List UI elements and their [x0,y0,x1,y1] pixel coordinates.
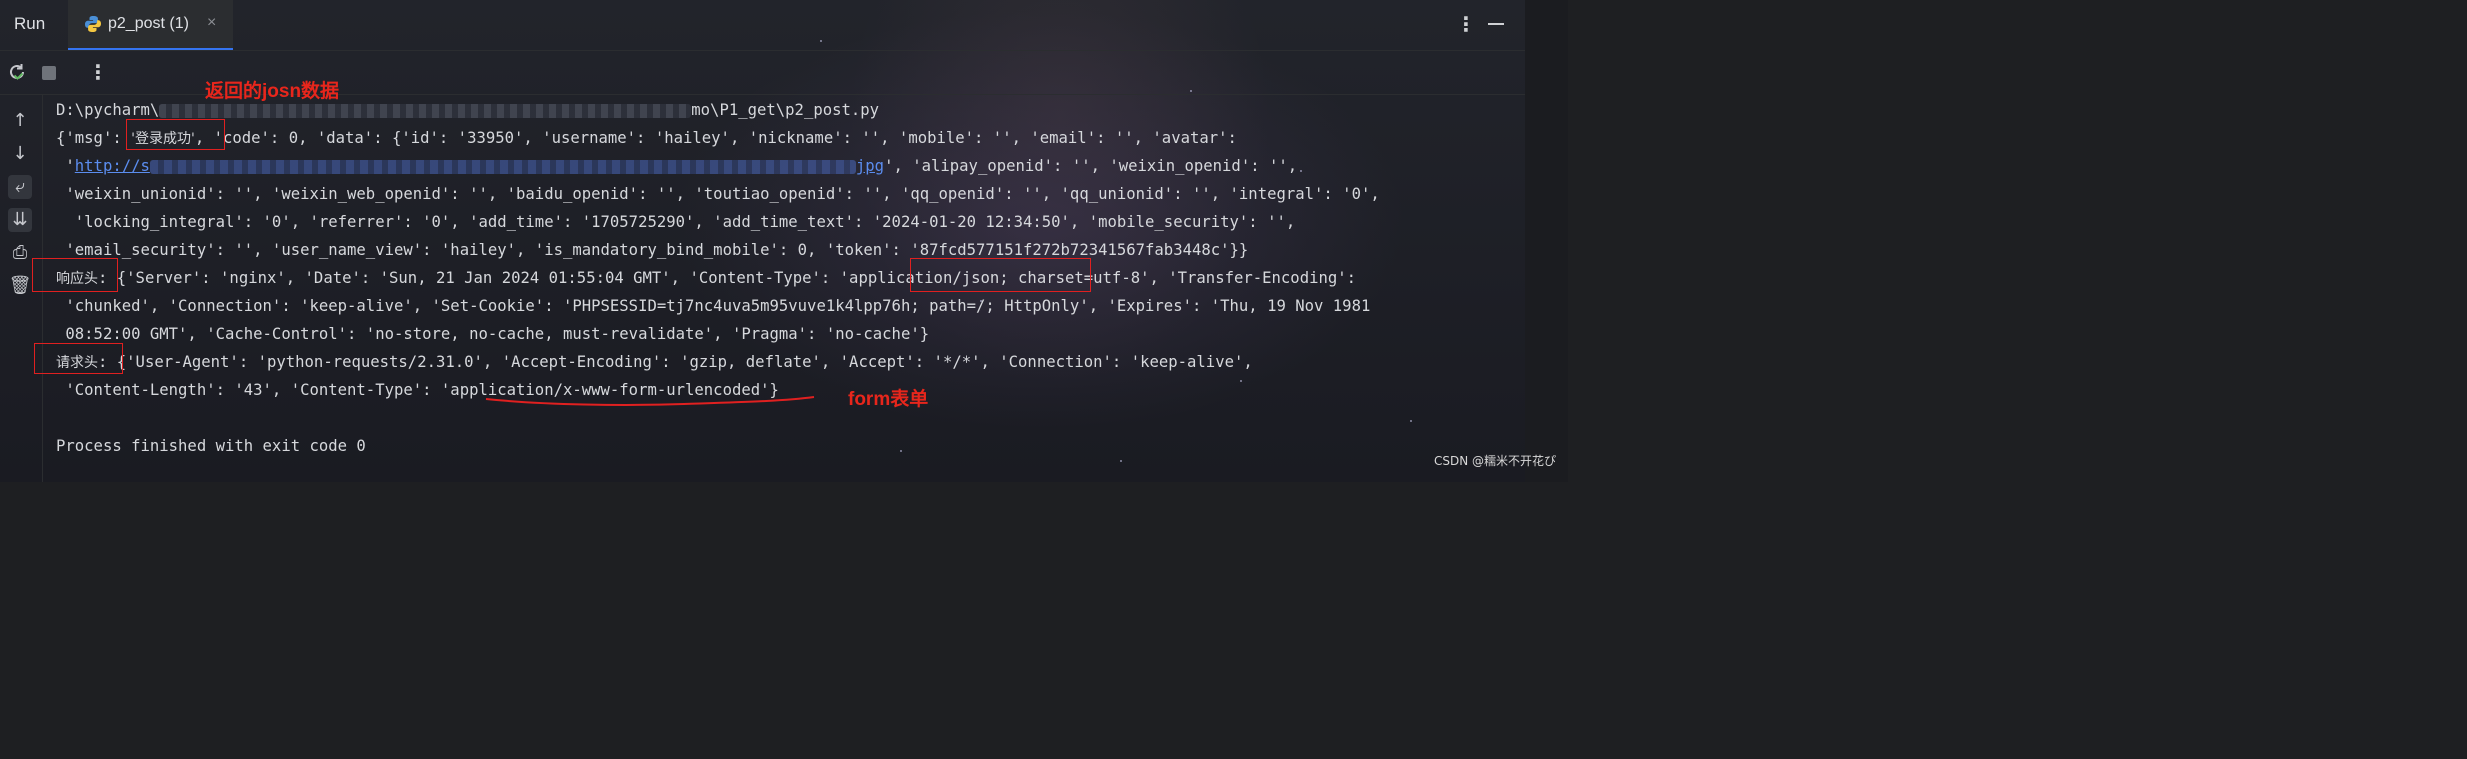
console-line: 'locking_integral': '0', 'referrer': '0'… [56,213,1296,231]
stop-icon[interactable] [42,66,56,80]
msg-highlight-box [126,119,225,150]
scroll-to-end-icon[interactable]: ⇊ [8,208,32,232]
tab-label: p2_post (1) [108,15,189,32]
soft-wrap-icon[interactable]: ⤶ [8,175,32,199]
avatar-link[interactable]: http://s [75,157,150,175]
tab-p2-post[interactable]: p2_post (1) × [68,0,233,50]
more-vertical-icon[interactable]: ⋮ [88,60,108,84]
watermark: CSDN @糯米不开花ぴ [1433,454,1556,468]
star-decoration [1240,380,1242,382]
arrow-down-icon[interactable]: ↓ [8,142,32,166]
star-decoration [1120,460,1122,462]
redacted-url [149,159,856,174]
rerun-icon[interactable] [6,61,28,83]
response-header-highlight-box [32,258,118,292]
run-panel-title: Run [14,14,46,33]
star-decoration [900,450,902,452]
redacted-path [159,103,692,118]
console-line: 08:52:00 GMT', 'Cache-Control': 'no-stor… [56,325,930,343]
star-decoration [1410,420,1412,422]
more-vertical-icon[interactable]: ⋮ [1456,12,1476,36]
console-line: 'chunked', 'Connection': 'keep-alive', '… [56,297,1371,315]
arrow-up-icon[interactable]: ↑ [8,109,32,133]
star-decoration [1300,170,1302,172]
print-icon[interactable]: ⎙ [8,241,32,265]
json-annotation-label: 返回的josn数据 [205,81,340,102]
console-line: 响应头: {'Server': 'nginx', 'Date': 'Sun, 2… [56,269,1357,287]
exit-status-line: Process finished with exit code 0 [56,437,366,455]
console-line: 请求头: {'User-Agent': 'python-requests/2.3… [56,353,1253,371]
content-type-highlight-box [910,258,1091,292]
minimize-icon[interactable] [1488,23,1504,25]
run-panel-header: Run p2_post (1) × ⋮ [0,0,1525,51]
avatar-link-end[interactable]: jpg [856,157,884,175]
console-line: 'weixin_unionid': '', 'weixin_web_openid… [56,185,1380,203]
trash-icon[interactable]: 🗑 [8,274,32,298]
python-file-icon [85,16,101,32]
console-line: 'http://s jpg', 'alipay_openid': '', 'wei… [56,157,1298,175]
console-line: {'msg': '登录成功', 'code': 0, 'data': {'id'… [56,129,1237,147]
request-header-highlight-box [34,343,123,374]
form-underline-scribble [485,396,815,406]
close-icon[interactable]: × [207,14,216,32]
right-edge-panel [1525,0,1568,482]
form-annotation-label: form表单 [848,389,929,410]
